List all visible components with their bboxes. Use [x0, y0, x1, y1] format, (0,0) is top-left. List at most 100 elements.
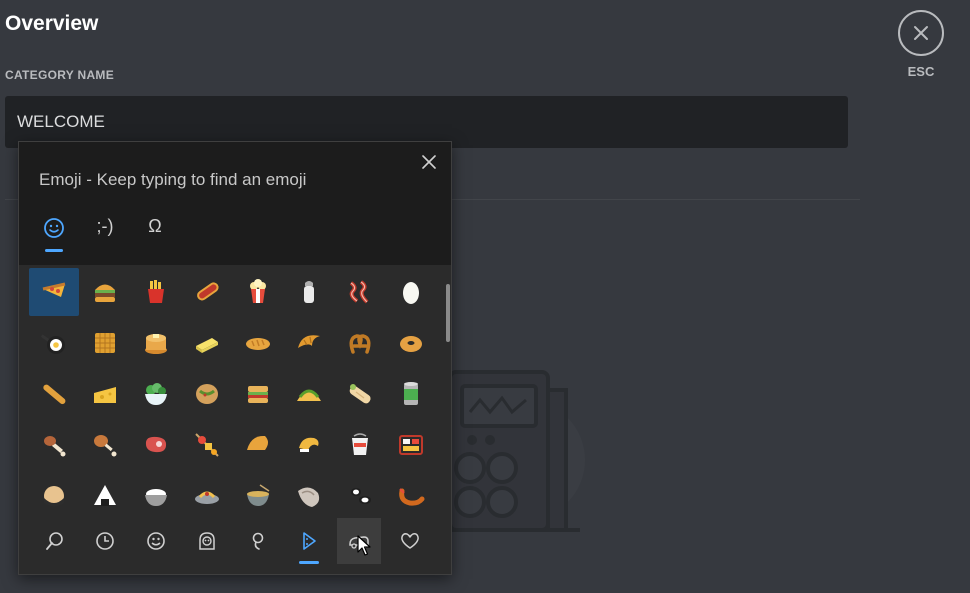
emoji-sandwich[interactable]: [233, 370, 283, 418]
emoji-pizza[interactable]: [29, 268, 79, 316]
emoji-pancakes[interactable]: [131, 319, 181, 367]
search-icon: [46, 532, 63, 550]
sandwich-icon: [248, 386, 268, 403]
esc-label: ESC: [907, 64, 935, 79]
tab-kaomoji[interactable]: ;-): [87, 214, 123, 254]
pizza-icon: [42, 282, 66, 297]
pretzel-icon: [349, 334, 371, 354]
croissant-icon: [298, 335, 320, 348]
sushi-icon: [351, 488, 371, 504]
category-search[interactable]: [33, 518, 77, 564]
emoji-salt[interactable]: [284, 268, 334, 316]
burrito-icon: [349, 384, 371, 404]
pancakes-icon: [145, 334, 167, 354]
emoji-fortune-cookie[interactable]: [284, 421, 334, 469]
heart-icon: [401, 533, 419, 549]
emoji-panel-close-button[interactable]: [417, 150, 441, 174]
green-salad-icon: [145, 383, 167, 405]
emoji-hamburger[interactable]: [80, 268, 130, 316]
emoji-spaghetti[interactable]: [182, 472, 232, 520]
emoji-cut-of-meat[interactable]: [131, 421, 181, 469]
page-title: Overview: [5, 12, 99, 35]
emoji-meat-on-bone[interactable]: [29, 421, 79, 469]
takeout-box-icon: [352, 433, 368, 455]
hamburger-icon: [95, 284, 115, 302]
tab-emoji[interactable]: [36, 214, 72, 254]
emoji-bacon[interactable]: [335, 268, 385, 316]
celebration-icon: [252, 532, 264, 550]
oden-icon: [195, 433, 219, 457]
spaghetti-icon: [195, 491, 219, 504]
people-icon: [199, 532, 215, 550]
emoji-baguette-bread[interactable]: [29, 370, 79, 418]
food-icon: [303, 532, 316, 550]
salt-icon: [304, 281, 314, 303]
emoji-popcorn[interactable]: [233, 268, 283, 316]
fried-shrimp-icon: [399, 488, 425, 506]
cooked-rice-icon: [145, 489, 167, 506]
emoji-hot-dog[interactable]: [182, 268, 232, 316]
emoji-takeout-box[interactable]: [335, 421, 385, 469]
stuffed-flatbread-icon: [196, 384, 218, 404]
emoji-butter[interactable]: [182, 319, 232, 367]
category-heart[interactable]: [388, 518, 432, 564]
emoji-bread[interactable]: [233, 319, 283, 367]
emoji-cheese-wedge[interactable]: [80, 370, 130, 418]
category-name-label: CATEGORY NAME: [5, 68, 115, 82]
cut-of-meat-icon: [145, 436, 167, 453]
hot-dog-icon: [197, 282, 219, 301]
emoji-taco[interactable]: [284, 370, 334, 418]
smileys-icon: [147, 532, 165, 550]
emoji-pretzel[interactable]: [335, 319, 385, 367]
emoji-oden[interactable]: [182, 421, 232, 469]
emoji-stuffed-flatbread[interactable]: [182, 370, 232, 418]
dumpling-icon: [247, 435, 268, 450]
emoji-burrito[interactable]: [335, 370, 385, 418]
emoji-egg[interactable]: [386, 268, 436, 316]
emoji-waffle[interactable]: [80, 319, 130, 367]
emoji-french-fries[interactable]: [131, 268, 181, 316]
emoji-bagel[interactable]: [386, 319, 436, 367]
emoji-grid-scrollbar[interactable]: [446, 284, 450, 342]
emoji-cooked-rice[interactable]: [131, 472, 181, 520]
french-fries-icon: [148, 280, 164, 303]
close-icon: [422, 155, 436, 169]
mouse-cursor-icon: [357, 535, 371, 556]
emoji-green-salad[interactable]: [131, 370, 181, 418]
cooking-icon: [41, 334, 65, 354]
canned-food-icon: [404, 382, 418, 405]
recent-icon: [96, 532, 114, 550]
bacon-icon: [349, 280, 369, 304]
emoji-oyster[interactable]: [284, 472, 334, 520]
emoji-bento-box[interactable]: [386, 421, 436, 469]
emoji-rice-cracker[interactable]: [29, 472, 79, 520]
category-smileys[interactable]: [134, 518, 178, 564]
emoji-panel: Emoji - Keep typing to find an emoji ;-)…: [18, 141, 452, 575]
close-icon: [914, 26, 928, 40]
emoji-croissant[interactable]: [284, 319, 334, 367]
cheese-wedge-icon: [94, 387, 116, 403]
emoji-steaming-bowl[interactable]: [233, 472, 283, 520]
egg-icon: [403, 282, 419, 304]
emoji-dumpling[interactable]: [233, 421, 283, 469]
emoji-fried-shrimp[interactable]: [386, 472, 436, 520]
tab-active-indicator: [45, 249, 63, 252]
category-recent[interactable]: [83, 518, 127, 564]
butter-icon: [196, 338, 218, 353]
emoji-canned-food[interactable]: [386, 370, 436, 418]
emoji-rice-ball[interactable]: [80, 472, 130, 520]
emoji-sushi[interactable]: [335, 472, 385, 520]
waffle-icon: [95, 333, 115, 353]
emoji-poultry-leg[interactable]: [80, 421, 130, 469]
category-celebration[interactable]: [236, 518, 280, 564]
rice-ball-icon: [94, 485, 116, 506]
empty-state-illustration: [430, 370, 585, 532]
tab-symbols[interactable]: Ω: [137, 214, 173, 254]
poultry-leg-icon: [94, 435, 117, 457]
category-food[interactable]: [287, 518, 331, 564]
category-people[interactable]: [185, 518, 229, 564]
tab-kaomoji-label: ;-): [96, 216, 114, 236]
close-button[interactable]: [898, 10, 944, 56]
emoji-cooking[interactable]: [29, 319, 79, 367]
category-active-indicator: [299, 561, 319, 564]
